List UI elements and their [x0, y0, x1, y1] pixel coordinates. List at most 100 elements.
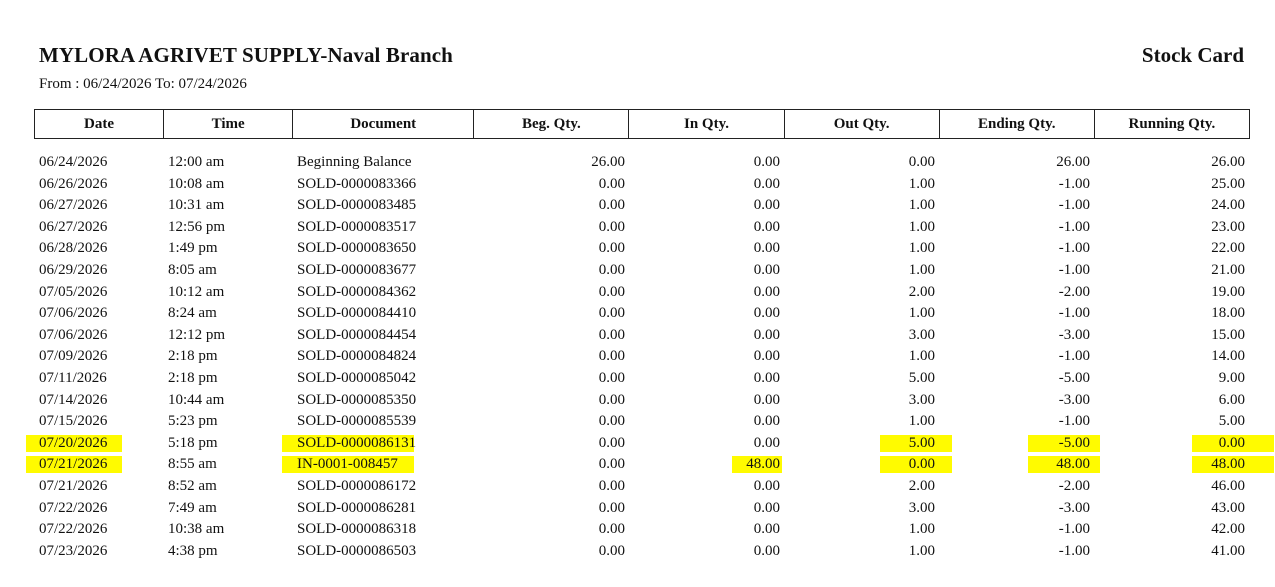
out-qty-cell: 1.00: [908, 413, 935, 430]
table-row: 07/06/2026 8:24 am SOLD-0000084410 0.00 0.00…: [0, 303, 1275, 325]
running-qty-cell: 48.00: [1211, 456, 1245, 473]
ending-qty-cell: 26.00: [1056, 154, 1090, 170]
column-header-running-qty: Running Qty.: [1093, 109, 1251, 139]
column-header-ending-qty: Ending Qty.: [938, 109, 1095, 139]
ending-qty-cell: -5.00: [1058, 369, 1090, 386]
ending-qty-cell: 48.00: [1056, 456, 1090, 473]
table-row: 07/09/2026 2:18 pm SOLD-0000084824 0.00 0.00…: [0, 346, 1275, 368]
column-header-beg-qty: Beg. Qty.: [473, 109, 630, 139]
column-header-date: Date: [33, 109, 165, 139]
out-qty-cell: 1.00: [908, 197, 935, 214]
table-row: 06/29/2026 8:05 am SOLD-0000083677 0.00 0.00…: [0, 260, 1275, 282]
date-cell: 07/15/2026: [39, 413, 108, 430]
in-qty-cell: 0.00: [753, 154, 780, 170]
document-cell: SOLD-0000085350: [297, 391, 417, 408]
report-period: From : 06/24/2026 To: 07/24/2026: [39, 76, 247, 92]
running-qty-cell: 25.00: [1211, 175, 1245, 192]
in-qty-cell: 0.00: [753, 542, 780, 559]
ending-qty-cell: -1.00: [1058, 240, 1090, 257]
date-cell: 07/09/2026: [39, 348, 108, 365]
document-cell: SOLD-0000084824: [297, 348, 417, 365]
table-row: 06/26/2026 10:08 am SOLD-0000083366 0.00 0.0…: [0, 174, 1275, 196]
in-qty-cell: 0.00: [753, 218, 780, 235]
document-cell: SOLD-0000083650: [297, 240, 417, 257]
column-header-document: Document: [292, 109, 475, 139]
document-cell: SOLD-0000085042: [297, 369, 417, 386]
beg-qty-cell: 0.00: [598, 391, 625, 408]
running-qty-cell: 41.00: [1211, 542, 1245, 559]
table-row: 07/15/2026 5:23 pm SOLD-0000085539 0.00 0.00…: [0, 411, 1275, 433]
date-cell: 07/21/2026: [39, 477, 108, 494]
document-cell: SOLD-0000086281: [297, 499, 417, 516]
beg-qty-cell: 0.00: [598, 305, 625, 322]
out-qty-cell: 1.00: [908, 218, 935, 235]
table-row: 07/21/2026 8:52 am SOLD-0000086172 0.00 0.00…: [0, 476, 1275, 498]
out-qty-cell: 1.00: [908, 240, 935, 257]
date-cell: 07/20/2026: [39, 434, 108, 451]
ending-qty-cell: -1.00: [1058, 542, 1090, 559]
date-cell: 07/23/2026: [39, 542, 108, 559]
column-header-time: Time: [163, 109, 294, 139]
ending-qty-cell: -1.00: [1058, 261, 1090, 278]
in-qty-cell: 0.00: [753, 240, 780, 257]
document-cell: Beginning Balance: [297, 154, 412, 170]
table-row: 07/05/2026 10:12 am SOLD-0000084362 0.00 0.0…: [0, 282, 1275, 304]
table-row: 07/11/2026 2:18 pm SOLD-0000085042 0.00 0.00…: [0, 368, 1275, 390]
table-row: 07/20/2026 5:18 pm SOLD-0000086131 0.00 0.00…: [0, 433, 1275, 455]
in-qty-cell: 48.00: [746, 456, 780, 473]
out-qty-cell: 0.00: [908, 456, 935, 473]
in-qty-cell: 0.00: [753, 521, 780, 538]
in-qty-cell: 0.00: [753, 413, 780, 430]
column-header-table: Date Time Document Beg. Qty. In Qty. Out…: [33, 109, 1251, 139]
running-qty-cell: 14.00: [1211, 348, 1245, 365]
document-cell: SOLD-0000085539: [297, 413, 417, 430]
document-cell: SOLD-0000086318: [297, 521, 417, 538]
time-cell: 8:05 am: [168, 261, 217, 278]
time-cell: 1:49 pm: [168, 240, 218, 257]
time-cell: 7:49 am: [168, 499, 217, 516]
table-row: 06/24/2026 12:00 am Beginning Balance 26.00…: [0, 152, 1275, 174]
date-cell: 07/21/2026: [39, 456, 108, 473]
table-row: 07/21/2026 8:55 am IN-0001-008457 0.00 48.00…: [0, 454, 1275, 476]
running-qty-cell: 19.00: [1211, 283, 1245, 300]
beg-qty-cell: 26.00: [591, 154, 625, 170]
time-cell: 12:56 pm: [168, 218, 226, 235]
running-qty-cell: 46.00: [1211, 477, 1245, 494]
document-cell: SOLD-0000083485: [297, 197, 417, 214]
table-row: 06/27/2026 12:56 pm SOLD-0000083517 0.00 0.0…: [0, 217, 1275, 239]
beg-qty-cell: 0.00: [598, 197, 625, 214]
table-row: 07/14/2026 10:44 am SOLD-0000085350 0.00 0.0…: [0, 390, 1275, 412]
table-row: 07/06/2026 12:12 pm SOLD-0000084454 0.00 0.0…: [0, 325, 1275, 347]
running-qty-cell: 6.00: [1218, 391, 1245, 408]
beg-qty-cell: 0.00: [598, 240, 625, 257]
in-qty-cell: 0.00: [753, 283, 780, 300]
ending-qty-cell: -1.00: [1058, 197, 1090, 214]
running-qty-cell: 18.00: [1211, 305, 1245, 322]
date-cell: 07/22/2026: [39, 499, 108, 516]
ending-qty-cell: -5.00: [1058, 434, 1090, 451]
out-qty-cell: 5.00: [908, 369, 935, 386]
date-cell: 06/27/2026: [39, 218, 108, 235]
out-qty-cell: 5.00: [908, 434, 935, 451]
in-qty-cell: 0.00: [753, 326, 780, 343]
time-cell: 10:44 am: [168, 391, 225, 408]
beg-qty-cell: 0.00: [598, 477, 625, 494]
in-qty-cell: 0.00: [753, 477, 780, 494]
stock-card-rows: 06/24/2026 12:00 am Beginning Balance 26.00…: [0, 152, 1275, 562]
beg-qty-cell: 0.00: [598, 499, 625, 516]
in-qty-cell: 0.00: [753, 197, 780, 214]
running-qty-cell: 23.00: [1211, 218, 1245, 235]
table-row: 07/22/2026 7:49 am SOLD-0000086281 0.00 0.00…: [0, 498, 1275, 520]
time-cell: 12:00 am: [168, 154, 225, 170]
time-cell: 10:31 am: [168, 197, 225, 214]
running-qty-cell: 0.00: [1218, 434, 1245, 451]
table-row: 07/22/2026 10:38 am SOLD-0000086318 0.00 0.0…: [0, 519, 1275, 541]
ending-qty-cell: -1.00: [1058, 305, 1090, 322]
out-qty-cell: 0.00: [908, 154, 935, 170]
document-cell: SOLD-0000086503: [297, 542, 417, 559]
running-qty-cell: 15.00: [1211, 326, 1245, 343]
beg-qty-cell: 0.00: [598, 521, 625, 538]
date-cell: 07/06/2026: [39, 305, 108, 322]
out-qty-cell: 1.00: [908, 175, 935, 192]
running-qty-cell: 42.00: [1211, 521, 1245, 538]
